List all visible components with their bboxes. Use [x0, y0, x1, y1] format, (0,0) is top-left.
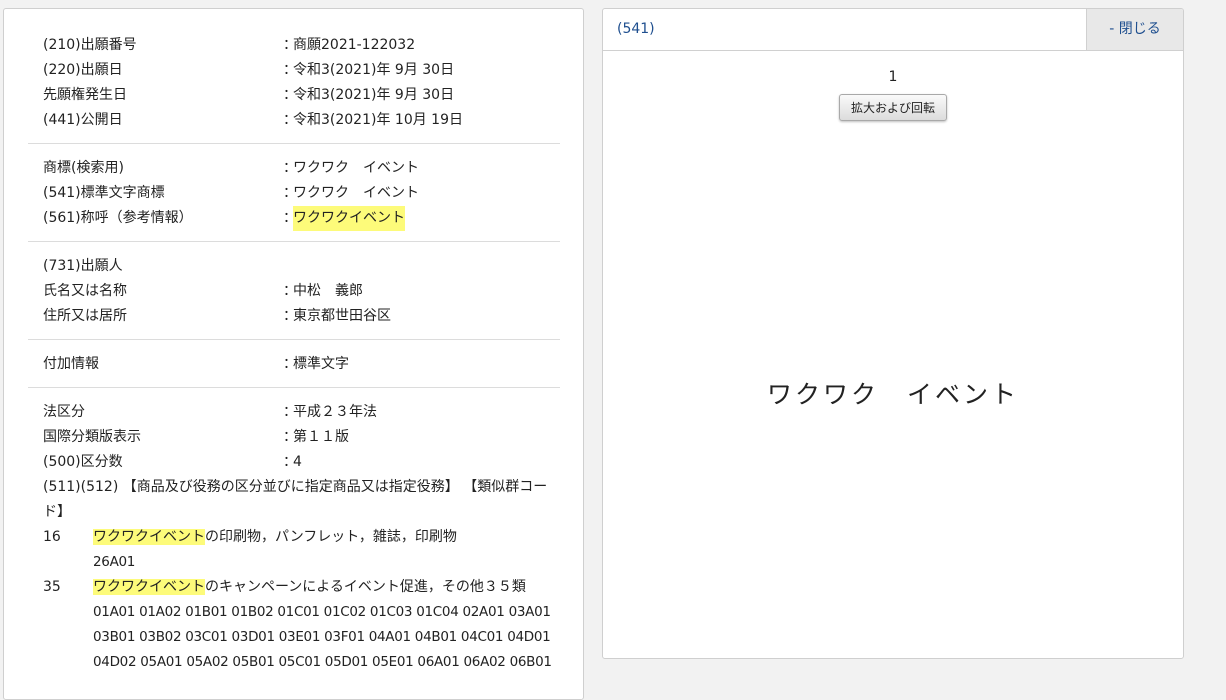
classification-section: 法区分：平成２３年法 国際分類版表示：第１１版 (500)区分数： 4 (511)…: [28, 388, 560, 675]
detail-row: 氏名又は名称：中松 義郎: [43, 279, 560, 304]
additional-info-section: 付加情報：標準文字: [28, 340, 560, 388]
priority-date: 令和3(2021)年 9月 30日: [293, 87, 455, 103]
applicant-section: (731)出願人 氏名又は名称：中松 義郎 住所又は居所：東京都世田谷区: [28, 242, 560, 340]
detail-row: 付加情報：標準文字: [43, 356, 349, 372]
mark-section: 商標(検索用)：ワクワク イベント (541)標準文字商標：ワクワク イベント …: [28, 144, 560, 242]
close-button[interactable]: - 閉じる: [1086, 9, 1183, 50]
application-date: 令和3(2021)年 9月 30日: [293, 62, 455, 78]
pronunciation-highlight: ワクワクイベント: [293, 206, 405, 231]
detail-row: (541)標準文字商標：ワクワク イベント: [43, 185, 419, 201]
class-entry: 16 ワクワクイベントの印刷物，パンフレット，雑誌，印刷物 26A01: [43, 525, 560, 575]
trademark-detail-panel: (210)出願番号：商願2021-122032 (220)出願日：令和3(202…: [3, 8, 584, 700]
detail-row: 住所又は居所：東京都世田谷区: [43, 304, 560, 329]
publication-date: 令和3(2021)年 10月 19日: [293, 112, 463, 128]
detail-row: 先願権発生日：令和3(2021)年 9月 30日: [43, 83, 560, 108]
image-number: 1: [888, 69, 898, 85]
goods-services-heading: (511)(512) 【商品及び役務の区分並びに指定商品又は指定役務】 【類似群…: [43, 479, 548, 520]
applicant-name: 中松 義郎: [293, 283, 363, 299]
image-panel-title: (541): [617, 21, 655, 37]
similar-group-codes: 26A01: [93, 554, 136, 570]
detail-row: (500)区分数： 4: [43, 454, 302, 470]
mark-image-panel: (541) - 閉じる 1 拡大および回転 ワクワク イベント: [602, 8, 1184, 659]
similar-group-codes: 01A01 01A02 01B01 01B02 01C01 01C02 01C0…: [93, 604, 552, 670]
application-dates-section: (210)出願番号：商願2021-122032 (220)出願日：令和3(202…: [28, 9, 560, 144]
applicant-address: 東京都世田谷区: [293, 308, 391, 324]
section-heading: (731)出願人: [43, 258, 123, 274]
class-entry: 35 ワクワクイベントのキャンペーンによるイベント促進，その他３５類 01A01…: [43, 575, 560, 675]
image-panel-header: (541) - 閉じる: [603, 9, 1183, 51]
detail-row: (441)公開日：令和3(2021)年 10月 19日: [43, 108, 560, 133]
detail-row: (220)出願日：令和3(2021)年 9月 30日: [43, 58, 560, 83]
zoom-rotate-button[interactable]: 拡大および回転: [838, 94, 947, 121]
detail-row: 法区分：平成２３年法: [43, 404, 377, 420]
class-number: 16: [43, 529, 61, 545]
detail-row: 商標(検索用)：ワクワク イベント: [43, 160, 419, 176]
detail-row: (561)称呼（参考情報）：ワクワクイベント: [43, 206, 560, 231]
detail-row: 国際分類版表示：第１１版: [43, 429, 349, 445]
application-number: 商願2021-122032: [293, 37, 416, 53]
highlight-term: ワクワクイベント: [93, 529, 205, 545]
detail-row: (210)出願番号：商願2021-122032: [43, 33, 560, 58]
highlight-term: ワクワクイベント: [93, 579, 205, 595]
class-number: 35: [43, 579, 61, 595]
trademark-image-text: ワクワク イベント: [766, 380, 1019, 409]
